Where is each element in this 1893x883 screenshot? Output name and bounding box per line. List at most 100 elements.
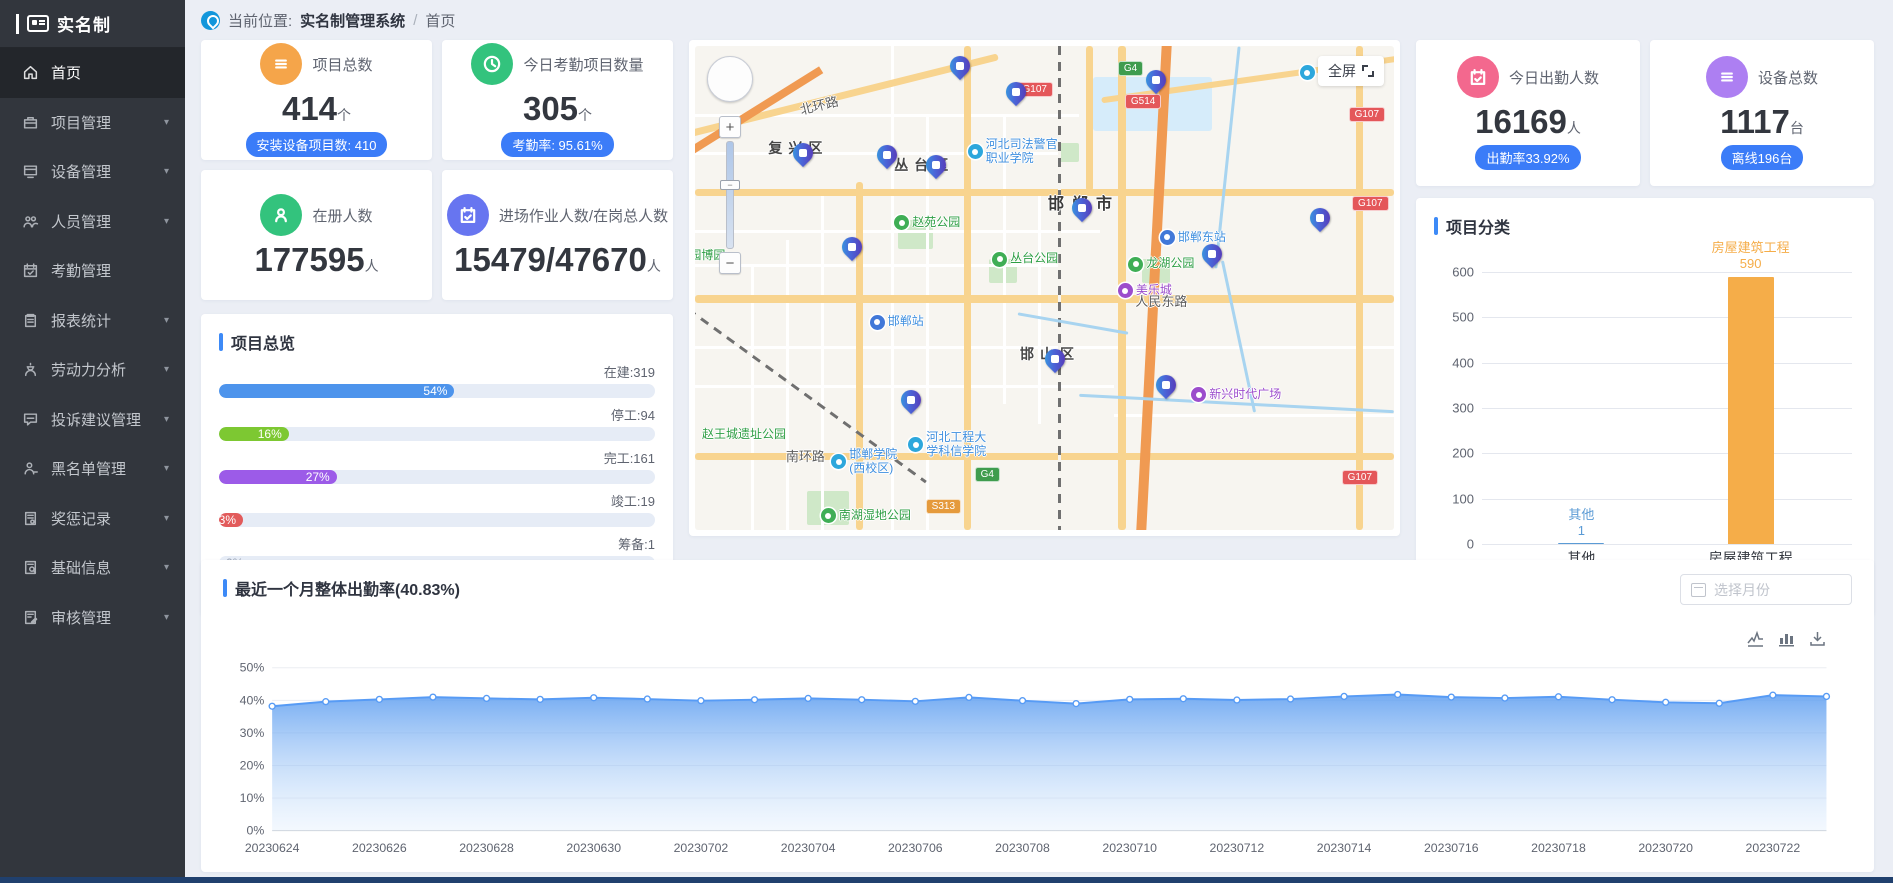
sidebar-item-12[interactable]: 审核管理▾ xyxy=(0,593,185,643)
map-fullscreen-button[interactable]: 全屏 xyxy=(1318,56,1384,86)
svg-text:50%: 50% xyxy=(240,661,265,675)
stat-card: 项目总数414个安装设备项目数: 410 xyxy=(201,40,432,160)
zoom-slider[interactable]: − xyxy=(726,141,734,249)
sidebar-item-label: 基础信息 xyxy=(51,557,111,578)
bar-chart-icon[interactable] xyxy=(1778,630,1795,647)
map-label: 人民东路 xyxy=(1135,295,1187,310)
right-column: 今日出勤人数16169人出勤率33.92%设备总数1117台离线196台 项目分… xyxy=(1416,40,1874,616)
sidebar-item-5[interactable]: 考勤管理 xyxy=(0,246,185,296)
progress-fill: 27% xyxy=(219,470,337,484)
progress-fill: 16% xyxy=(219,427,289,441)
stat-card-badge: 出勤率33.92% xyxy=(1475,145,1580,170)
list-icon xyxy=(260,43,302,85)
overview-row-label: 停工:94 xyxy=(219,405,655,424)
chevron-down-icon: ▾ xyxy=(164,117,169,128)
stat-card: 进场作业人数/在岗总人数15479/47670人 xyxy=(442,170,673,300)
bar-value-label: 房屋建筑工程 590 xyxy=(1712,240,1790,273)
chevron-down-icon: ▾ xyxy=(164,364,169,375)
sidebar-item-10[interactable]: 奖惩记录 ▾ xyxy=(0,494,185,544)
sidebar-item-6[interactable]: 报表统计▾ xyxy=(0,296,185,346)
sidebar-item-label: 人员管理 xyxy=(51,211,111,232)
progress-fill: 3% xyxy=(219,513,243,527)
zoom-slider-handle[interactable]: − xyxy=(720,180,740,190)
y-axis-label: 300 xyxy=(1434,401,1474,416)
stat-card: 今日出勤人数16169人出勤率33.92% xyxy=(1416,40,1640,186)
line-chart-icon[interactable] xyxy=(1747,630,1764,647)
svg-text:20230628: 20230628 xyxy=(459,841,514,855)
sidebar-item-label: 黑名单管理 xyxy=(51,458,126,479)
month-picker-input[interactable]: 选择月份 xyxy=(1680,574,1852,605)
sidebar-item-2[interactable]: 项目管理▾ xyxy=(0,98,185,148)
svg-text:20230624: 20230624 xyxy=(245,841,300,855)
device-icon xyxy=(22,163,39,180)
stat-card-unit: 人 xyxy=(647,258,661,274)
svg-text:0%: 0% xyxy=(247,824,265,838)
sidebar-item-label: 考勤管理 xyxy=(51,260,111,281)
sidebar-nav: 首页项目管理▾设备管理▾人员管理▾考勤管理报表统计▾劳动力分析▾投诉建议管理▾黑… xyxy=(0,48,185,642)
sidebar-item-1[interactable]: 首页 xyxy=(0,48,185,98)
stat-card-unit: 人 xyxy=(1567,120,1581,136)
baseinfo-icon xyxy=(22,559,39,576)
stat-card: 在册人数177595人 xyxy=(201,170,432,300)
map-pin[interactable] xyxy=(1152,371,1180,399)
attendance-icon xyxy=(22,262,39,279)
map[interactable]: + − − 全屏 北环路河北司法警官 职业学院复兴区丛台区赵苑公园丛台公园龙湖公… xyxy=(695,46,1394,530)
stat-card-badge: 离线196台 xyxy=(1721,145,1804,170)
bar-其他[interactable] xyxy=(1558,543,1604,544)
svg-text:20230722: 20230722 xyxy=(1746,841,1801,855)
map-compass-control[interactable] xyxy=(707,56,753,102)
progress-track: 3% xyxy=(219,513,655,527)
map-label: 丛台公园 xyxy=(992,252,1058,267)
sidebar-item-label: 奖惩记录 xyxy=(51,508,111,529)
svg-text:10%: 10% xyxy=(240,791,265,805)
gridline xyxy=(1482,363,1852,364)
left-column: 项目总数414个安装设备项目数: 410今日考勤项目数量305个考勤率: 95.… xyxy=(201,40,673,616)
map-zoom-control: + − − xyxy=(719,116,741,274)
sidebar-item-7[interactable]: 劳动力分析▾ xyxy=(0,345,185,395)
map-pin[interactable] xyxy=(1306,204,1334,232)
chart-toolbox xyxy=(1747,630,1826,647)
gridline xyxy=(1482,272,1852,273)
sidebar-item-9[interactable]: 黑名单管理▾ xyxy=(0,444,185,494)
svg-text:20230718: 20230718 xyxy=(1531,841,1586,855)
edu-poi-icon xyxy=(968,144,983,159)
chevron-down-icon: ▾ xyxy=(164,513,169,524)
overview-row-label: 筹备:1 xyxy=(219,534,655,553)
project-category-title: 项目分类 xyxy=(1446,214,1510,238)
y-axis-label: 0 xyxy=(1434,537,1474,552)
sidebar-item-3[interactable]: 设备管理▾ xyxy=(0,147,185,197)
panel-title: 项目总览 xyxy=(219,330,655,354)
svg-text:20230708: 20230708 xyxy=(995,841,1050,855)
project-overview-title: 项目总览 xyxy=(231,330,295,354)
road-badge: G4 xyxy=(975,467,1000,482)
calendar-check-icon xyxy=(447,194,489,236)
road-badge: S313 xyxy=(926,499,961,514)
person-pin-icon xyxy=(260,194,302,236)
breadcrumb-system[interactable]: 实名制管理系统 xyxy=(300,10,405,31)
map-label: 邯郸学院 (西校区) xyxy=(831,448,897,476)
svg-text:20230626: 20230626 xyxy=(352,841,407,855)
overview-row: 完工:16127% xyxy=(219,448,655,484)
sidebar-item-4[interactable]: 人员管理▾ xyxy=(0,197,185,247)
download-icon[interactable] xyxy=(1809,630,1826,647)
bar-房屋建筑工程[interactable] xyxy=(1728,277,1774,544)
gridline xyxy=(1482,408,1852,409)
sidebar-item-11[interactable]: 基础信息▾ xyxy=(0,543,185,593)
sidebar-item-label: 设备管理 xyxy=(51,161,111,182)
map-label: 邯郸东站 xyxy=(1160,230,1226,245)
sidebar-item-8[interactable]: 投诉建议管理▾ xyxy=(0,395,185,445)
svg-text:30%: 30% xyxy=(240,726,265,740)
svg-text:20%: 20% xyxy=(240,758,265,772)
map-pin[interactable] xyxy=(897,385,925,413)
id-card-icon xyxy=(27,15,49,32)
edu-poi-icon xyxy=(908,437,923,452)
breadcrumb-current[interactable]: 首页 xyxy=(425,10,455,31)
zoom-out-button[interactable]: − xyxy=(719,252,741,274)
overview-row-label: 竣工:19 xyxy=(219,491,655,510)
road-badge: G107 xyxy=(1349,107,1385,122)
park-poi-icon xyxy=(894,215,909,230)
attendance-title: 最近一个月整体出勤率(40.83%) xyxy=(235,576,460,600)
edu-poi-icon xyxy=(831,454,846,469)
map-panel: + − − 全屏 北环路河北司法警官 职业学院复兴区丛台区赵苑公园丛台公园龙湖公… xyxy=(689,40,1400,536)
zoom-in-button[interactable]: + xyxy=(719,116,741,138)
